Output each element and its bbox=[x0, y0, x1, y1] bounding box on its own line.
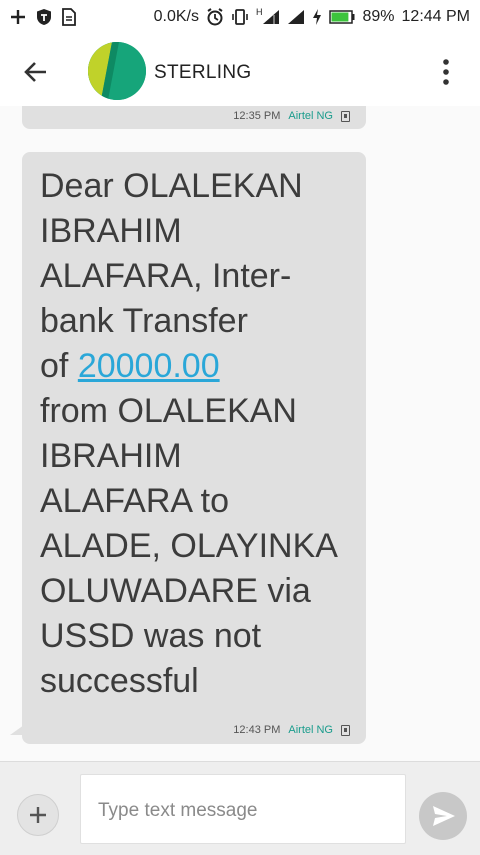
sim-icon bbox=[341, 110, 350, 122]
sterling-logo-icon bbox=[88, 42, 146, 100]
contact-avatar[interactable] bbox=[88, 42, 146, 100]
message-time: 12:43 PM bbox=[233, 724, 281, 736]
message-input[interactable]: Type text message bbox=[80, 774, 406, 844]
bubble-tail bbox=[10, 725, 24, 735]
network-type-label: H bbox=[255, 7, 263, 17]
add-attachment-button[interactable] bbox=[17, 794, 59, 836]
message-meta: 12:35 PM Airtel NG bbox=[233, 110, 350, 122]
status-bar-left bbox=[10, 8, 76, 26]
file-icon bbox=[62, 8, 76, 26]
plus-icon bbox=[30, 807, 46, 823]
amount-link[interactable]: 20000.00 bbox=[78, 347, 220, 385]
back-arrow-icon[interactable] bbox=[22, 58, 50, 86]
message-input-placeholder: Type text message bbox=[98, 800, 258, 821]
shield-icon bbox=[37, 9, 51, 25]
battery-percent: 89% bbox=[362, 8, 395, 25]
message-text-after: from OLALEKAN IBRAHIM ALAFARA to ALADE, … bbox=[40, 392, 338, 700]
app-bar: STERLING bbox=[0, 36, 480, 106]
status-bar-right: 0.0K/s H 89% 12:44 PM bbox=[153, 7, 470, 26]
sim-icon bbox=[341, 724, 350, 736]
signal-icon-sim2 bbox=[288, 10, 305, 24]
message-carrier: Airtel NG bbox=[288, 110, 333, 122]
send-icon bbox=[433, 806, 455, 826]
message-body: Dear OLALEKAN IBRAHIM ALAFARA, Inter- ba… bbox=[40, 164, 358, 704]
more-options-icon[interactable] bbox=[438, 58, 454, 86]
message-carrier: Airtel NG bbox=[288, 724, 333, 736]
add-notification-icon bbox=[11, 10, 25, 24]
status-time: 12:44 PM bbox=[401, 8, 470, 25]
message-meta: 12:43 PM Airtel NG bbox=[233, 724, 350, 736]
battery-icon bbox=[329, 10, 355, 24]
contact-name[interactable]: STERLING bbox=[154, 62, 251, 84]
message-time: 12:35 PM bbox=[233, 110, 281, 122]
message-bubble[interactable]: Dear OLALEKAN IBRAHIM ALAFARA, Inter- ba… bbox=[10, 152, 366, 744]
message-thread[interactable]: 12:35 PM Airtel NG Dear OLALEKAN IBRAHIM… bbox=[0, 106, 480, 761]
message-composer: Type text message bbox=[0, 761, 480, 855]
vibrate-icon bbox=[232, 9, 248, 25]
charging-icon bbox=[313, 9, 322, 25]
send-button[interactable] bbox=[419, 792, 467, 840]
status-bar: 0.0K/s H 89% 12:44 PM bbox=[0, 0, 480, 36]
alarm-icon bbox=[207, 8, 223, 26]
network-speed: 0.0K/s bbox=[153, 8, 199, 25]
signal-icon-sim1 bbox=[263, 10, 280, 24]
message-bubble[interactable]: 12:35 PM Airtel NG bbox=[22, 106, 366, 129]
